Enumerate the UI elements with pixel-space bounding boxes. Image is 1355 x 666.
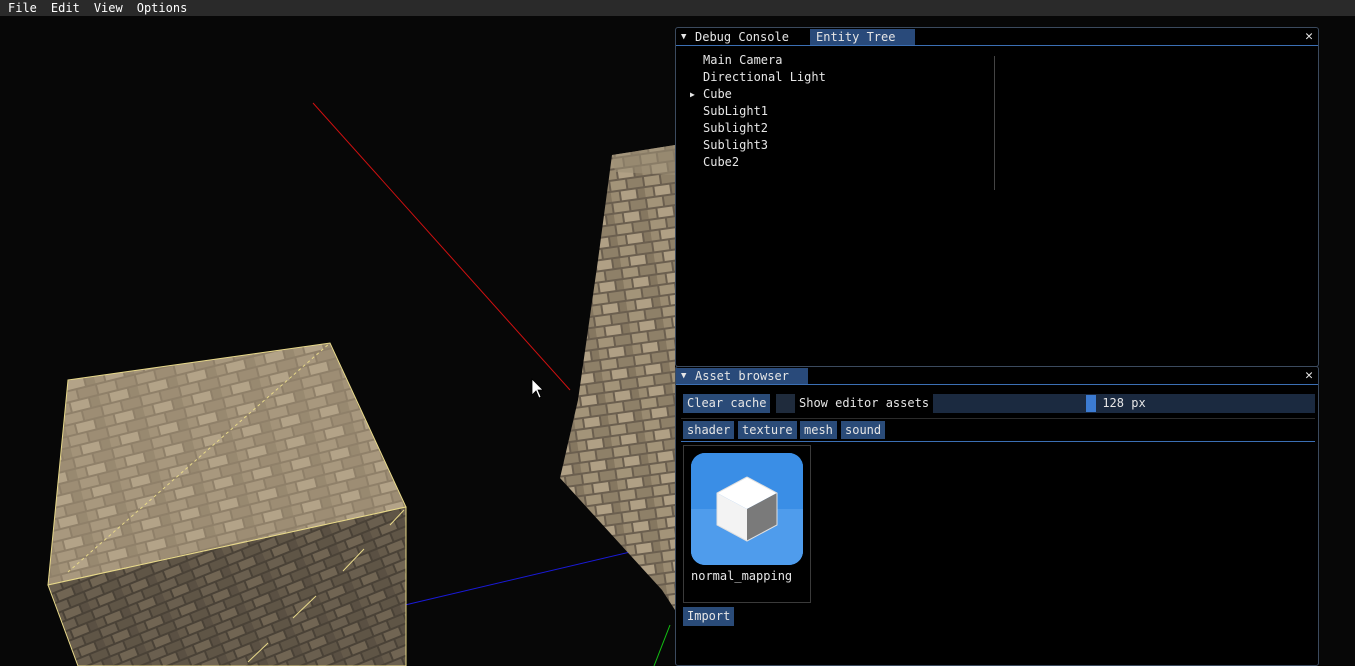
filter-shader-button[interactable]: shader <box>683 421 735 439</box>
slider-value-number: 128 <box>1102 396 1124 410</box>
close-icon[interactable]: ✕ <box>1305 28 1313 45</box>
tree-expand-arrow-icon[interactable]: ▶ <box>690 86 695 103</box>
mouse-cursor-icon <box>531 378 544 399</box>
show-editor-assets-label: Show editor assets <box>799 396 930 410</box>
clear-cache-button[interactable]: Clear cache <box>683 394 771 413</box>
show-editor-assets-checkbox[interactable] <box>776 394 795 413</box>
tab-asset-browser[interactable]: ▼ Asset browser <box>676 368 808 384</box>
tab-entity-tree[interactable]: Entity Tree <box>810 29 915 45</box>
menu-file[interactable]: File <box>0 0 44 16</box>
expand-arrow-icon[interactable]: ▼ <box>681 368 686 384</box>
asset-tile-normal-mapping[interactable]: normal_mapping <box>683 445 811 603</box>
slider-value: 128 px <box>933 394 1315 413</box>
menu-bar: File Edit View Options <box>0 0 1355 16</box>
tab-entity-tree-label: Entity Tree <box>816 30 896 44</box>
tree-item-sublight1[interactable]: SubLight1 <box>703 103 768 120</box>
import-button[interactable]: Import <box>683 607 735 626</box>
cube-mesh <box>47 342 407 666</box>
tree-item-main-camera[interactable]: Main Camera <box>703 52 782 69</box>
tab-debug-console-label: Debug Console <box>695 30 789 44</box>
entity-panel-header: ▼ Debug Console Entity Tree ✕ <box>676 28 1318 46</box>
tree-item-sublight2[interactable]: Sublight2 <box>703 120 768 137</box>
toolbar-separator <box>681 418 1315 419</box>
thumbnail-size-slider[interactable]: 128 px <box>933 394 1315 413</box>
tab-asset-browser-label: Asset browser <box>695 369 789 383</box>
tree-item-sublight3[interactable]: Sublight3 <box>703 137 768 154</box>
asset-name-label: normal_mapping <box>691 569 793 583</box>
asset-panel-header: ▼ Asset browser ✕ <box>676 367 1318 385</box>
slider-value-unit: px <box>1131 396 1146 410</box>
filter-mesh-button[interactable]: mesh <box>800 421 837 439</box>
tree-item-cube[interactable]: Cube <box>703 86 732 103</box>
tab-debug-console[interactable]: ▼ Debug Console <box>676 29 809 45</box>
asset-browser-panel: ▼ Asset browser ✕ Clear cache Show edito… <box>675 366 1319 666</box>
menu-options[interactable]: Options <box>130 0 195 16</box>
close-icon[interactable]: ✕ <box>1305 367 1313 384</box>
filter-sound-button[interactable]: sound <box>841 421 886 439</box>
tree-item-cube2[interactable]: Cube2 <box>703 154 739 171</box>
expand-arrow-icon[interactable]: ▼ <box>681 29 686 45</box>
cube2-mesh <box>560 145 675 610</box>
menu-view[interactable]: View <box>87 0 130 16</box>
cube-asset-icon <box>691 453 803 565</box>
entity-tree-panel: ▼ Debug Console Entity Tree ✕ Main Camer… <box>675 27 1319 367</box>
filter-texture-button[interactable]: texture <box>738 421 797 439</box>
column-divider[interactable] <box>994 56 995 190</box>
menu-edit[interactable]: Edit <box>44 0 87 16</box>
tree-item-directional-light[interactable]: Directional Light <box>703 69 826 86</box>
filter-separator <box>681 441 1315 442</box>
